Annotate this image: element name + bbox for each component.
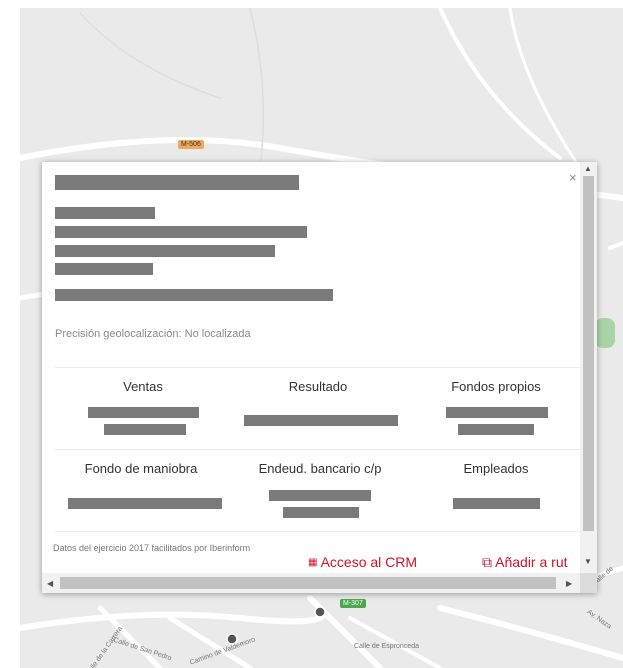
scroll-up-arrow-icon[interactable]: ▲: [584, 164, 592, 173]
close-icon[interactable]: ×: [569, 170, 577, 185]
road-label-m506: M-506: [178, 140, 204, 149]
data-source-note: Datos del ejercicio 2017 facilitados por…: [53, 543, 251, 553]
geolocation-precision: Precisión geolocalización: No localizada: [55, 328, 251, 340]
grid-icon: ▦: [308, 557, 318, 568]
divider: [55, 531, 580, 532]
company-name-redacted: [55, 175, 299, 190]
metric-label-fondo-maniobra: Fondo de maniobra: [84, 461, 198, 476]
street-label: Calle de Espronceda: [354, 643, 419, 650]
metric-value-redacted: [283, 507, 359, 518]
metric-value-redacted: [446, 407, 548, 418]
horizontal-scrollbar-thumb[interactable]: [60, 577, 556, 589]
scroll-right-arrow-icon[interactable]: ▶: [566, 579, 572, 588]
metric-label-empleados: Empleados: [463, 461, 529, 476]
horizontal-scrollbar[interactable]: ◀ ▶: [42, 573, 580, 593]
vertical-scrollbar[interactable]: ▲ ▼: [580, 162, 597, 573]
address-line-redacted: [55, 263, 153, 275]
address-line-redacted: [55, 245, 275, 257]
add-route-label: Añadir a rut: [495, 554, 568, 570]
metric-label-fondos-propios: Fondos propios: [451, 379, 541, 394]
scroll-down-arrow-icon[interactable]: ▼: [584, 557, 592, 566]
vertical-scrollbar-thumb[interactable]: [583, 176, 594, 531]
crm-link-label: Acceso al CRM: [320, 554, 418, 570]
route-pin-icon: ⧉: [482, 554, 492, 570]
metric-label-endeudamiento: Endeud. bancario c/p: [258, 461, 382, 476]
scrollbar-corner: [580, 573, 597, 593]
crm-access-link[interactable]: ▦ Acceso al CRM: [308, 554, 417, 570]
divider: [55, 367, 580, 368]
metric-label-ventas: Ventas: [123, 379, 163, 394]
metric-value-redacted: [244, 415, 398, 426]
metric-value-redacted: [68, 498, 222, 509]
address-line-redacted: [55, 226, 307, 238]
map-marker[interactable]: [314, 606, 326, 618]
info-popup: Precisión geolocalización: No localizada…: [42, 162, 597, 593]
divider: [55, 449, 580, 450]
metric-value-redacted: [104, 424, 186, 435]
popup-content: Precisión geolocalización: No localizada…: [42, 162, 580, 573]
metric-value-redacted: [453, 498, 540, 509]
activity-redacted: [55, 289, 333, 301]
address-line-redacted: [55, 207, 155, 219]
metric-value-redacted: [458, 424, 534, 435]
road-label-m307: M-307: [340, 599, 366, 608]
metric-label-resultado: Resultado: [288, 379, 348, 394]
metric-value-redacted: [88, 407, 199, 418]
scroll-left-arrow-icon[interactable]: ◀: [47, 579, 53, 588]
add-to-route-link[interactable]: ⧉ Añadir a rut: [482, 554, 568, 571]
metric-value-redacted: [269, 490, 371, 501]
